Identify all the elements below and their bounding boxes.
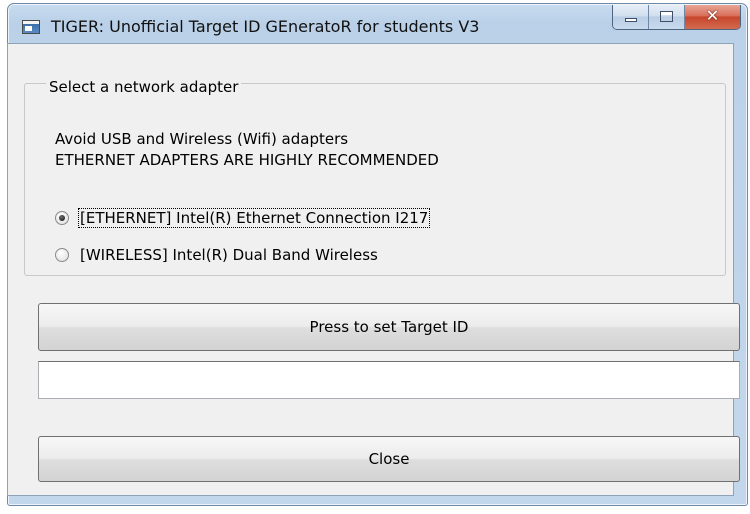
close-button[interactable]: Close: [38, 436, 740, 482]
radio-wireless[interactable]: [WIRELESS] Intel(R) Dual Band Wireless: [55, 243, 379, 267]
window-title: TIGER: Unofficial Target ID GEneratoR fo…: [51, 17, 480, 36]
groupbox-legend: Select a network adapter: [46, 78, 242, 96]
minimize-icon: [625, 18, 637, 22]
title-bar[interactable]: TIGER: Unofficial Target ID GEneratoR fo…: [8, 4, 747, 48]
caption-buttons: ✕: [612, 5, 741, 30]
minimize-button[interactable]: [613, 5, 649, 29]
radio-ethernet-button[interactable]: [55, 211, 69, 225]
maximize-button[interactable]: [649, 5, 685, 29]
close-icon: ✕: [705, 6, 720, 25]
info-line-2: ETHERNET ADAPTERS ARE HIGHLY RECOMMENDED: [55, 151, 439, 169]
maximize-icon: [660, 11, 673, 22]
radio-ethernet[interactable]: [ETHERNET] Intel(R) Ethernet Connection …: [55, 206, 431, 230]
target-id-field[interactable]: [38, 361, 740, 399]
close-window-button[interactable]: ✕: [685, 5, 740, 29]
app-window-icon[interactable]: [22, 20, 40, 34]
radio-wireless-button[interactable]: [55, 248, 69, 262]
set-target-id-button[interactable]: Press to set Target ID: [38, 303, 740, 351]
info-line-1: Avoid USB and Wireless (Wifi) adapters: [55, 130, 349, 148]
radio-wireless-label[interactable]: [WIRELESS] Intel(R) Dual Band Wireless: [79, 246, 379, 264]
radio-ethernet-label[interactable]: [ETHERNET] Intel(R) Ethernet Connection …: [77, 208, 431, 228]
